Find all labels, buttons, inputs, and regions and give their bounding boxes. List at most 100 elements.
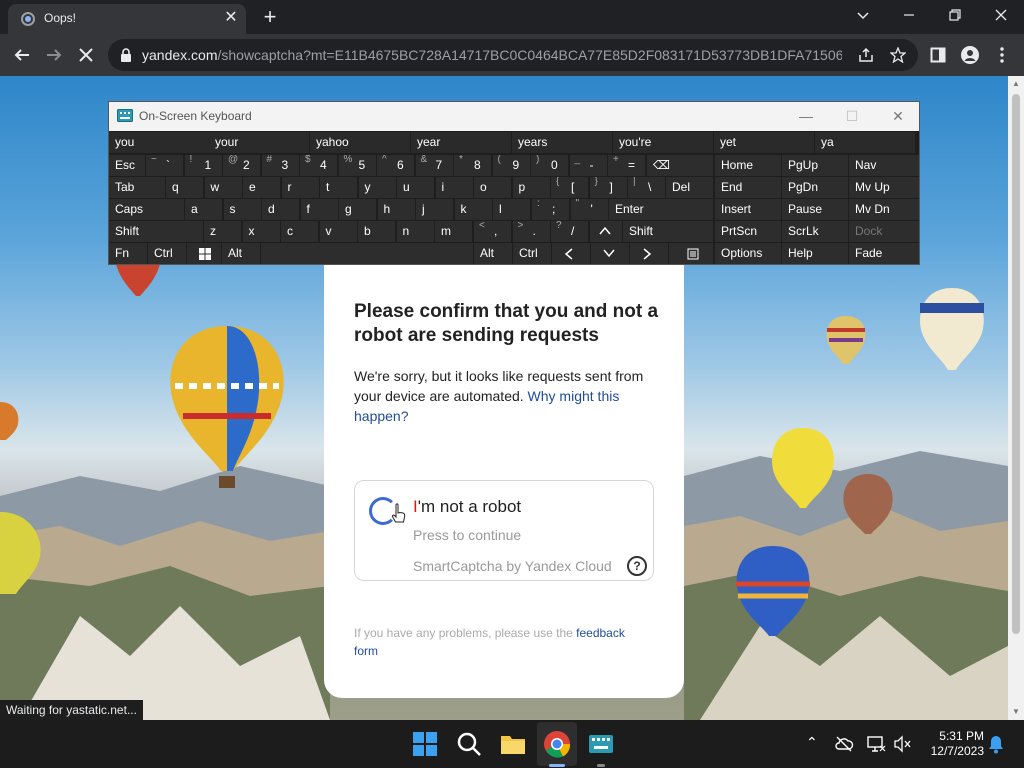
key-f[interactable]: f <box>300 199 338 220</box>
key-a[interactable]: a <box>185 199 222 220</box>
key-g[interactable]: g <box>339 199 376 220</box>
prediction-5[interactable]: you're <box>613 132 713 153</box>
key-row1-1[interactable]: ! 1 <box>184 155 222 176</box>
key-z[interactable]: z <box>204 221 241 242</box>
key-o[interactable]: o <box>474 177 511 198</box>
nav-key-pause[interactable]: Pause <box>782 199 848 220</box>
chrome-icon[interactable] <box>543 730 571 758</box>
stop-loading-button[interactable] <box>74 43 98 67</box>
key-k[interactable]: k <box>454 199 492 220</box>
nav-key-pgup[interactable]: PgUp <box>782 155 848 176</box>
menu-key[interactable] <box>669 243 713 264</box>
file-explorer-icon[interactable] <box>499 730 527 758</box>
key-sym2-1[interactable]: }] <box>589 177 627 198</box>
key-w[interactable]: w <box>204 177 242 198</box>
key-row1-3[interactable]: #3 <box>261 155 299 176</box>
nav-key-dock[interactable]: Dock <box>849 221 919 242</box>
space-key[interactable] <box>261 243 473 264</box>
lock-icon[interactable] <box>120 48 132 62</box>
key-shift-left[interactable]: Shift <box>109 221 203 242</box>
prediction-7[interactable]: ya <box>815 132 915 153</box>
help-icon[interactable]: ? <box>627 556 647 576</box>
nav-key-mv-dn[interactable]: Mv Dn <box>849 199 919 220</box>
key-r[interactable]: r <box>281 177 319 198</box>
key-row1-5[interactable]: % 5 <box>338 155 376 176</box>
osk-close-button[interactable]: ✕ <box>883 106 913 126</box>
key-row1-0[interactable]: ~ ` <box>146 155 183 176</box>
key-i[interactable]: i <box>435 177 473 198</box>
nav-key-options[interactable]: Options <box>715 243 781 264</box>
nav-key-nav[interactable]: Nav <box>849 155 919 176</box>
osk-maximize-button[interactable]: ☐ <box>837 106 867 126</box>
arrow-right-key[interactable] <box>630 243 668 264</box>
scroll-thumb[interactable] <box>1012 94 1020 634</box>
back-button[interactable] <box>10 43 34 67</box>
key-l[interactable]: l <box>493 199 530 220</box>
address-bar[interactable]: yandex.com/showcaptcha?mt=E11B4675BC728A… <box>108 39 918 71</box>
key-row1-2[interactable]: @2 <box>223 155 260 176</box>
windows-key[interactable] <box>187 243 221 264</box>
key-p[interactable]: p <box>512 177 550 198</box>
key-row1-12[interactable]: + = <box>608 155 645 176</box>
key-row1-6[interactable]: ^ 6 <box>377 155 414 176</box>
arrow-down-key[interactable] <box>591 243 629 264</box>
key-tab[interactable]: Tab <box>109 177 165 198</box>
nav-key-insert[interactable]: Insert <box>715 199 781 220</box>
key-del[interactable]: Del <box>666 177 713 198</box>
key-row1-11[interactable]: _ - <box>569 155 607 176</box>
key-u[interactable]: u <box>397 177 434 198</box>
smartcaptcha-checkbox[interactable]: I'm not a robot Press to continue SmartC… <box>354 480 654 581</box>
key-esc[interactable]: Esc <box>109 155 145 176</box>
key-x[interactable]: x <box>242 221 280 242</box>
key-fn[interactable]: Fn <box>109 243 147 264</box>
tab-search-icon[interactable] <box>848 4 878 26</box>
key-j[interactable]: j <box>416 199 453 220</box>
key-n[interactable]: n <box>396 221 434 242</box>
key-e[interactable]: e <box>243 177 280 198</box>
nav-key-end[interactable]: End <box>715 177 781 198</box>
key-s[interactable]: s <box>223 199 261 220</box>
osk-titlebar[interactable]: On-Screen Keyboard — ☐ ✕ <box>109 102 919 131</box>
key-c[interactable]: c <box>281 221 318 242</box>
share-icon[interactable] <box>854 43 878 67</box>
prediction-1[interactable]: your <box>209 132 309 153</box>
scroll-up-arrow-icon[interactable]: ▲ <box>1012 80 1020 88</box>
key-row1-8[interactable]: * 8 <box>454 155 491 176</box>
osk-minimize-button[interactable]: — <box>791 106 821 126</box>
on-screen-keyboard-taskbar-icon[interactable] <box>587 730 615 758</box>
page-scrollbar[interactable]: ▲ ▼ <box>1008 76 1024 720</box>
key-alt-right[interactable]: Alt <box>474 243 512 264</box>
nav-key-fade[interactable]: Fade <box>849 243 919 264</box>
nav-key-scrlk[interactable]: ScrLk <box>782 221 848 242</box>
key-sym2-2[interactable]: | \ <box>628 177 665 198</box>
nav-key-mv-up[interactable]: Mv Up <box>849 177 919 198</box>
nav-key-help[interactable]: Help <box>782 243 848 264</box>
key-enter[interactable]: Enter <box>609 199 713 220</box>
forward-button[interactable] <box>42 43 66 67</box>
key-caps[interactable]: Caps <box>109 199 184 220</box>
key-v[interactable]: v <box>319 221 357 242</box>
volume-muted-icon[interactable] <box>892 734 912 754</box>
key-ctrl-left[interactable]: Ctrl <box>148 243 186 264</box>
arrow-left-key[interactable] <box>552 243 590 264</box>
profile-icon[interactable] <box>958 43 982 67</box>
new-tab-button[interactable]: + <box>258 6 282 28</box>
side-panel-icon[interactable] <box>926 43 950 67</box>
prediction-0[interactable]: you <box>109 132 209 153</box>
url-text[interactable]: yandex.com/showcaptcha?mt=E11B4675BC728A… <box>142 47 842 65</box>
nav-key-home[interactable]: Home <box>715 155 781 176</box>
nav-key-prtscn[interactable]: PrtScn <box>715 221 781 242</box>
system-clock[interactable]: 5:31 PM 12/7/2023 <box>920 729 984 759</box>
prediction-3[interactable]: year <box>411 132 511 153</box>
windows-start-icon[interactable] <box>411 730 439 758</box>
key-sym4-2[interactable]: ? / <box>551 221 588 242</box>
key-row1-7[interactable]: & 7 <box>415 155 453 176</box>
chevron-up-icon[interactable]: ⌃ <box>806 734 818 751</box>
prediction-6[interactable]: yet <box>714 132 814 153</box>
key-sym4-1[interactable]: >. <box>512 221 550 242</box>
backspace-key[interactable]: ⌫ <box>647 155 713 176</box>
key-t[interactable]: t <box>320 177 357 198</box>
restore-button[interactable] <box>940 4 970 26</box>
browser-tab[interactable]: Oops! ✕ <box>8 4 246 34</box>
key-d[interactable]: d <box>262 199 299 220</box>
